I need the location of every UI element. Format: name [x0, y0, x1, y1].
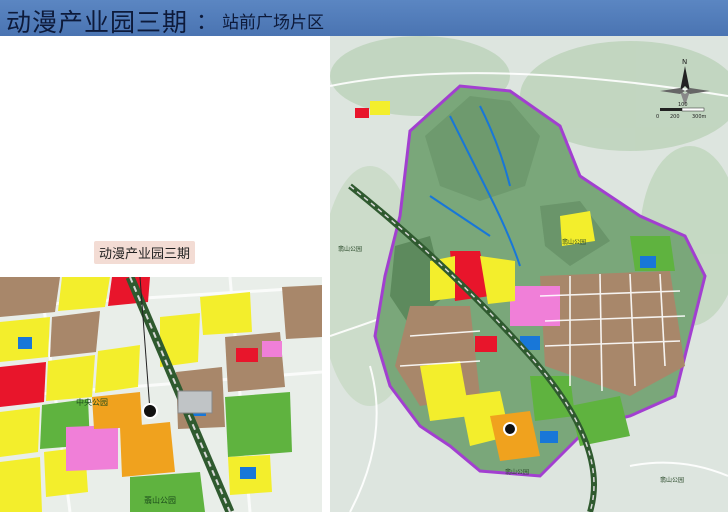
place-label: 翡山公园 [562, 238, 586, 246]
overview-map-svg: 翡山公园 翡山公园 翡山公园 翡山公园 N 0 100 200 300m [330, 36, 728, 512]
place-label: 翡山公园 [660, 476, 684, 484]
detail-map-svg: 中央公园 翡山公园 [0, 277, 322, 512]
page-title: 动漫产业园三期 [6, 8, 189, 37]
site-marker[interactable] [142, 403, 158, 419]
place-label: 翡山公园 [338, 245, 362, 253]
scale-label: 200 [670, 114, 680, 120]
scale-label: 100 [678, 102, 688, 108]
title-separator: ： [196, 10, 219, 35]
park-label: 翡山公园 [144, 495, 176, 505]
place-label: 翡山公园 [505, 468, 529, 476]
park-label: 中央公园 [76, 397, 108, 407]
title-bar: 动漫产业园三期 ： 站前广场片区 [0, 0, 728, 37]
page-subtitle: 站前广场片区 [222, 13, 324, 33]
station-plaza [177, 390, 213, 414]
scale-label: 0 [656, 114, 659, 120]
scale-label: 300m [692, 114, 707, 120]
site-marker[interactable] [503, 422, 517, 436]
detail-map[interactable]: 中央公园 翡山公园 [0, 277, 322, 512]
overview-map[interactable]: 翡山公园 翡山公园 翡山公园 翡山公园 N 0 100 200 300m [330, 36, 728, 512]
north-label: N [682, 58, 687, 66]
site-callout-label: 动漫产业园三期 [94, 241, 196, 264]
